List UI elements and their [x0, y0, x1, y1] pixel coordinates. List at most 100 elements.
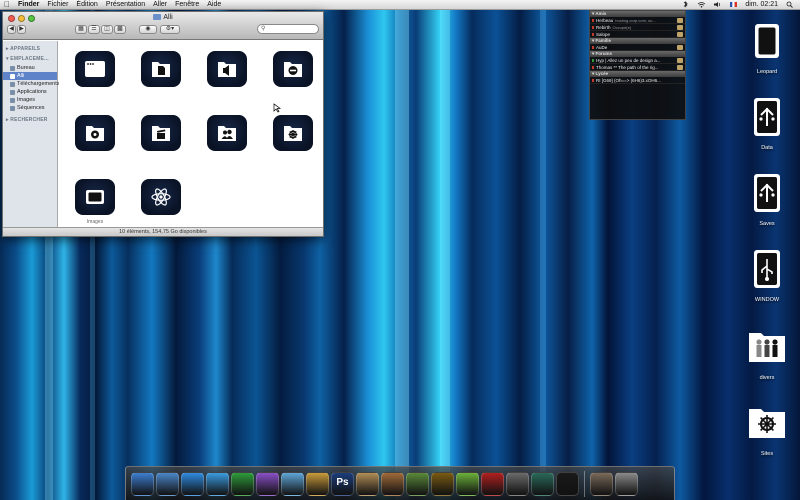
sidebar-item-movies[interactable]: Séquences	[3, 104, 57, 112]
contact-row[interactable]: Herbeau hosting-corp.com, so...	[590, 17, 685, 24]
window-folder-icon[interactable]	[72, 51, 118, 101]
avatar	[677, 45, 683, 50]
menu-item[interactable]: Fenêtre	[171, 1, 203, 8]
desktop-icon-label: Leopard	[756, 69, 778, 75]
sidebar-item-bureau[interactable]: Bureau	[3, 64, 57, 72]
monitor-folder-icon[interactable]: Images	[72, 179, 118, 229]
system-preferences-dock-icon[interactable]	[506, 471, 529, 496]
contact-row[interactable]: AuDe	[590, 44, 685, 51]
contact-name: Thomas ** The path of the rig...	[596, 65, 659, 70]
usb-drive-icon[interactable]: WINDOW	[739, 248, 795, 303]
desktop-icon-label: Saves	[759, 221, 775, 227]
list-view-button[interactable]: ☰	[88, 25, 100, 34]
clock[interactable]: dim. 02:21	[745, 1, 778, 8]
back-button[interactable]: ◀	[7, 25, 16, 34]
helm-folder-icon[interactable]	[270, 115, 316, 165]
quicklook-eye-icon[interactable]: ◉	[139, 25, 157, 34]
flag-icon[interactable]	[729, 1, 738, 8]
wallpaper-streak	[395, 0, 409, 500]
contact-row[interactable]: Salope	[590, 31, 685, 38]
trash-dock-icon[interactable]	[615, 471, 638, 496]
sidebar-section-places[interactable]: ▾ EMPLACEME...	[3, 54, 57, 64]
contact-name: RI [G69] (Oh==> (6H6)3.xOH6...	[596, 78, 661, 83]
avatar	[677, 65, 683, 70]
firewire-drive-icon[interactable]: Data	[739, 96, 795, 151]
finder-sidebar: ▸ APPAREILS ▾ EMPLACEME... Bureau Alli T…	[3, 41, 60, 227]
leopard-drive-icon[interactable]: Leopard	[739, 20, 795, 75]
menu-item[interactable]: Présentation	[102, 1, 149, 8]
spotlight-icon[interactable]	[785, 1, 794, 8]
contact-name: Hyp | Allez un peu de design a...	[596, 58, 661, 63]
sites-folder-icon[interactable]: Sites	[739, 402, 795, 457]
ball-app-dock-icon[interactable]	[456, 471, 479, 496]
clapper-folder-icon[interactable]	[138, 115, 184, 165]
sidebar-item-downloads[interactable]: Téléchargements	[3, 80, 60, 88]
photo-stack-dock-icon[interactable]	[590, 471, 613, 496]
action-gear-icon[interactable]: ⚙▾	[160, 25, 180, 34]
safari-dock-icon[interactable]	[181, 471, 204, 496]
ichat-dock-icon[interactable]	[206, 471, 229, 496]
contact-name: AuDe	[596, 45, 608, 50]
contact-name: Salope	[596, 32, 611, 37]
contact-row[interactable]: Thomas ** The path of the rig...	[590, 64, 685, 71]
itunes-music-dock-icon[interactable]	[281, 471, 304, 496]
pictures-icon	[10, 97, 15, 103]
contact-row[interactable]: Rebirth Occupé(e)	[590, 24, 685, 31]
itunes-dock-icon[interactable]	[256, 471, 279, 496]
downloads-icon	[10, 81, 15, 87]
contact-name: Herbeau	[596, 18, 614, 23]
wifi-icon[interactable]	[697, 1, 706, 8]
bluetooth-icon[interactable]	[681, 1, 690, 8]
apple-menu-icon[interactable]: 	[0, 0, 14, 9]
sidebar-item-label: Alli	[17, 73, 25, 79]
speaker-folder-icon[interactable]	[204, 51, 250, 101]
divers-folder-icon[interactable]: divers	[739, 326, 795, 381]
automator-dock-icon[interactable]	[406, 471, 429, 496]
coverflow-view-button[interactable]: ▩	[114, 25, 126, 34]
icon-view-button[interactable]: ▦	[75, 25, 87, 34]
gear-folder-icon[interactable]	[72, 115, 118, 165]
avatar	[677, 18, 683, 23]
minus-folder-icon[interactable]	[270, 51, 316, 101]
sidebar-item-applications[interactable]: Applications	[3, 88, 57, 96]
menu-item[interactable]: Édition	[72, 1, 101, 8]
sidebar-item-label: Applications	[17, 89, 47, 95]
sidebar-item-images[interactable]: Images	[3, 96, 57, 104]
time-machine-dock-icon[interactable]	[531, 471, 554, 496]
finder-titlebar[interactable]: Alli ◀ ▶ ▦ ☰ ◫ ▩ ◉ ⚙▾ ⚲	[3, 12, 323, 40]
contact-row[interactable]: Hyp | Allez un peu de design a...	[590, 57, 685, 64]
applications-icon	[10, 89, 15, 95]
preview-dock-icon[interactable]	[156, 471, 179, 496]
forward-button[interactable]: ▶	[17, 25, 26, 34]
menu-item[interactable]: Aller	[149, 1, 171, 8]
movies-icon	[10, 105, 15, 111]
search-icon: ⚲	[261, 26, 266, 32]
home-icon	[10, 73, 15, 79]
search-input[interactable]: ⚲	[257, 24, 319, 34]
iphoto-dock-icon[interactable]	[306, 471, 329, 496]
volume-icon[interactable]	[713, 1, 722, 8]
sidebar-item-alli[interactable]: Alli	[3, 72, 57, 80]
atom-folder-icon[interactable]	[138, 179, 184, 229]
world-of-warcraft-dock-icon[interactable]	[431, 471, 454, 496]
installer-dock-icon[interactable]	[381, 471, 404, 496]
sidebar-section-search[interactable]: ▸ RECHERCHER	[3, 115, 57, 125]
finder-dock-icon[interactable]	[131, 471, 154, 496]
sidebar-item-label: Images	[17, 97, 36, 103]
document-folder-icon[interactable]	[138, 51, 184, 101]
adium-dock-icon[interactable]	[231, 471, 254, 496]
menu-item[interactable]: Fichier	[43, 1, 72, 8]
firewire-drive-icon[interactable]: Saves	[739, 172, 795, 227]
photoshop-dock-icon[interactable]: Ps	[331, 471, 354, 496]
contact-status: Occupé(e)	[612, 25, 632, 30]
menu-item[interactable]: Aide	[203, 1, 225, 8]
address-book-dock-icon[interactable]	[356, 471, 379, 496]
sidebar-section-devices[interactable]: ▸ APPAREILS	[3, 44, 57, 54]
app-menu[interactable]: Finder	[14, 1, 43, 8]
column-view-button[interactable]: ◫	[101, 25, 113, 34]
contact-row[interactable]: RI [G69] (Oh==> (6H6)3.xOH6...	[590, 77, 685, 84]
users-folder-icon[interactable]	[204, 115, 250, 165]
terminal-dock-icon[interactable]	[556, 471, 579, 496]
movie-app-dock-icon[interactable]	[481, 471, 504, 496]
contact-status: hosting-corp.com, so...	[615, 18, 656, 23]
